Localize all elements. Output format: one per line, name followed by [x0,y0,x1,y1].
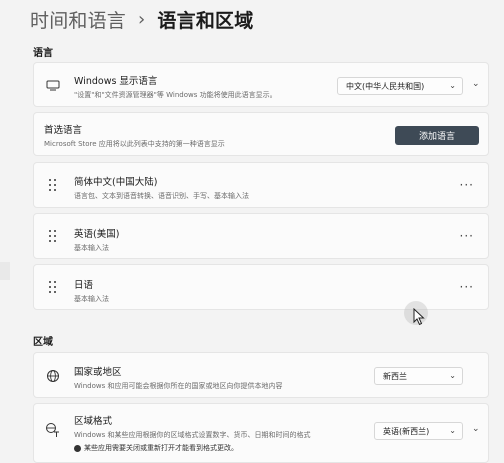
display-language-value: 中文(中华人民共和国) [346,81,425,91]
display-language-select[interactable]: 中文(中华人民共和国) ⌄ [337,77,463,95]
language-features: 基本输入法 [74,244,109,252]
regional-format-title: 区域格式 [74,416,113,427]
preferred-languages-title: 首选语言 [44,125,83,136]
monitor-icon [46,80,60,91]
country-region-title: 国家或地区 [74,367,122,378]
regional-format-select[interactable]: 英语(新西兰) ⌄ [374,422,463,440]
more-icon[interactable]: ··· [460,229,474,243]
language-item[interactable]: 简体中文(中国大陆) 语言包、文本到语音转换、语音识别、手写、基本输入法 ··· [33,162,489,208]
country-region-value: 新西兰 [383,371,407,381]
language-features: 基本输入法 [74,295,109,303]
country-region-select[interactable]: 新西兰 ⌄ [374,367,463,385]
info-icon [74,444,81,452]
breadcrumb-parent[interactable]: 时间和语言 [30,6,126,33]
page-title: 语言和区域 [157,10,254,32]
chevron-down-icon: ⌄ [449,371,456,380]
preferred-languages-subtitle: Microsoft Store 应用将以此列表中支持的第一种语言显示 [44,140,225,148]
language-name: 日语 [74,280,94,291]
chevron-down-icon[interactable]: ⌄ [472,424,480,434]
breadcrumb-separator: › [138,9,146,30]
display-language-card: Windows 显示语言 "设置"和"文件资源管理器"等 Windows 功能将… [33,62,489,107]
chevron-down-icon[interactable]: ⌄ [472,79,480,89]
globe-icon [47,370,59,382]
regional-format-note: 某些应用需要关闭或重新打开才能看到格式更改。 [74,443,310,453]
language-name: 简体中文(中国大陆) [74,177,158,188]
regional-format-note-text: 某些应用需要关闭或重新打开才能看到格式更改。 [84,444,238,452]
language-features: 语言包、文本到语音转换、语音识别、手写、基本输入法 [74,192,249,200]
display-language-subtitle: "设置"和"文件资源管理器"等 Windows 功能将使用此语言显示。 [74,91,277,99]
chevron-down-icon: ⌄ [449,426,456,435]
drag-handle-icon[interactable] [49,281,57,295]
drag-handle-icon[interactable] [49,230,57,244]
regional-format-subtitle: Windows 和某些应用根据你的区域格式设置数字、货币、日期和时间的格式 [74,431,311,439]
chevron-down-icon: ⌄ [449,81,456,90]
left-pane-edge [0,262,10,280]
country-region-card: 国家或地区 Windows 和应用可能会根据你所在的国家或地区向你提供本地内容 … [33,352,489,398]
language-item[interactable]: 英语(美国) 基本输入法 ··· [33,213,489,259]
cursor-icon [413,308,425,326]
language-name: 英语(美国) [74,229,120,240]
add-language-button[interactable]: 添加语言 [395,126,479,145]
region-format-icon [46,423,59,437]
display-language-title: Windows 显示语言 [74,76,158,87]
more-icon[interactable]: ··· [460,178,474,192]
country-region-subtitle: Windows 和应用可能会根据你所在的国家或地区向你提供本地内容 [74,382,283,390]
section-label-language: 语言 [33,48,53,59]
regional-format-card: 区域格式 Windows 和某些应用根据你的区域格式设置数字、货币、日期和时间的… [33,403,489,463]
section-label-region: 区域 [33,337,53,348]
more-icon[interactable]: ··· [460,280,474,294]
regional-format-value: 英语(新西兰) [383,426,430,436]
breadcrumb: 时间和语言 › 语言和区域 [30,6,253,33]
drag-handle-icon[interactable] [49,179,57,193]
